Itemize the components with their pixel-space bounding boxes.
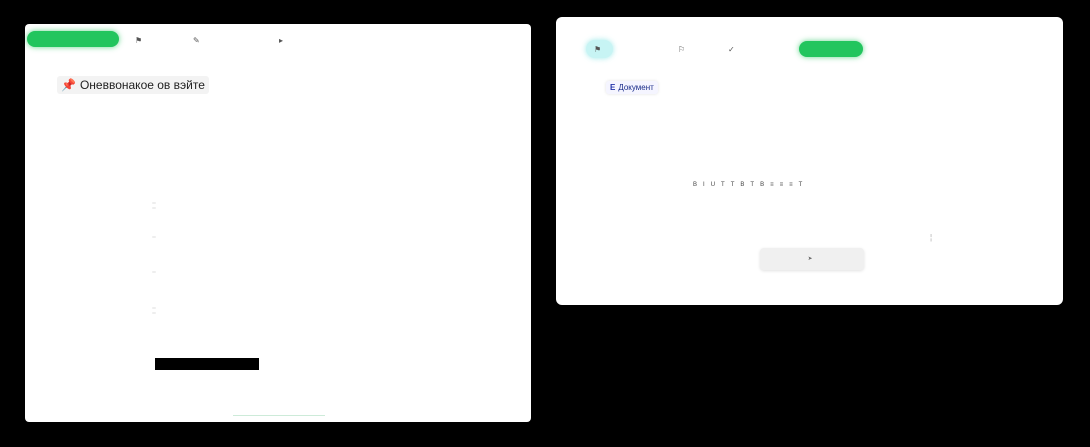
info-section [152, 236, 156, 241]
info-section [152, 271, 156, 276]
resize-handle[interactable]: ¦ [930, 233, 932, 242]
left-tab-send[interactable]: ▸ [279, 32, 287, 48]
format-text-button[interactable]: T [731, 182, 735, 188]
document-icon: Е [610, 83, 616, 92]
format-text-button[interactable]: T [721, 182, 725, 188]
align-button[interactable]: ≡ [780, 182, 784, 188]
left-screenshot-panel: ⚑ ✎ ▸ 📌 Оневвонакое ов вэйте [25, 24, 531, 422]
bottom-link[interactable] [233, 415, 325, 418]
format-text-button[interactable]: T [750, 182, 754, 188]
formatting-toolbar: В I U T T B T B ≡ ≡ ≡ T [693, 182, 802, 188]
editor-row: В I U T T B T B ≡ ≡ ≡ T [677, 182, 802, 188]
user-icon: ⚑ [135, 35, 143, 45]
format-italic-button[interactable]: I [703, 182, 705, 188]
format-underline-button[interactable]: U [711, 182, 715, 188]
edit-icon: ✎ [193, 35, 200, 45]
send-icon: ▸ [279, 35, 284, 45]
info-section [152, 307, 156, 314]
right-tab-check[interactable]: ✓ [728, 41, 739, 57]
left-tab-home[interactable] [27, 31, 119, 47]
format-text-button[interactable]: T [799, 182, 803, 188]
left-tab-bar: ⚑ ✎ ▸ [25, 24, 531, 56]
tag-icon: ⚐ [678, 44, 686, 54]
send-icon: ➤ [807, 256, 813, 262]
info-section [152, 202, 156, 209]
redacted-box [155, 358, 259, 370]
page-title: 📌 Оневвонакое ов вэйте [57, 76, 209, 94]
format-button[interactable]: B [760, 182, 764, 188]
right-tab-send[interactable] [799, 41, 863, 57]
right-screenshot-panel: ⚑ ⚐ ✓ Е Документ В I U T T B T B ≡ ≡ ≡ T… [556, 17, 1063, 305]
submit-button[interactable]: ➤ [760, 248, 864, 270]
right-tab-profile[interactable]: ⚑ [586, 40, 614, 58]
redacted-field [152, 358, 259, 370]
format-button[interactable]: B [740, 182, 744, 188]
align-button[interactable]: ≡ [789, 182, 793, 188]
format-bold-button[interactable]: В [693, 182, 697, 188]
left-tab-edit[interactable]: ✎ [193, 32, 204, 48]
right-tab-bar: ⚑ ⚐ ✓ [556, 17, 1063, 58]
pin-icon: 📌 [61, 78, 76, 92]
align-button[interactable]: ≡ [770, 182, 774, 188]
right-tab-tags[interactable]: ⚐ [678, 41, 689, 57]
user-icon: ⚑ [594, 44, 602, 54]
document-badge[interactable]: Е Документ [606, 81, 658, 94]
left-tab-profile[interactable]: ⚑ [135, 32, 146, 48]
check-icon: ✓ [728, 44, 735, 54]
